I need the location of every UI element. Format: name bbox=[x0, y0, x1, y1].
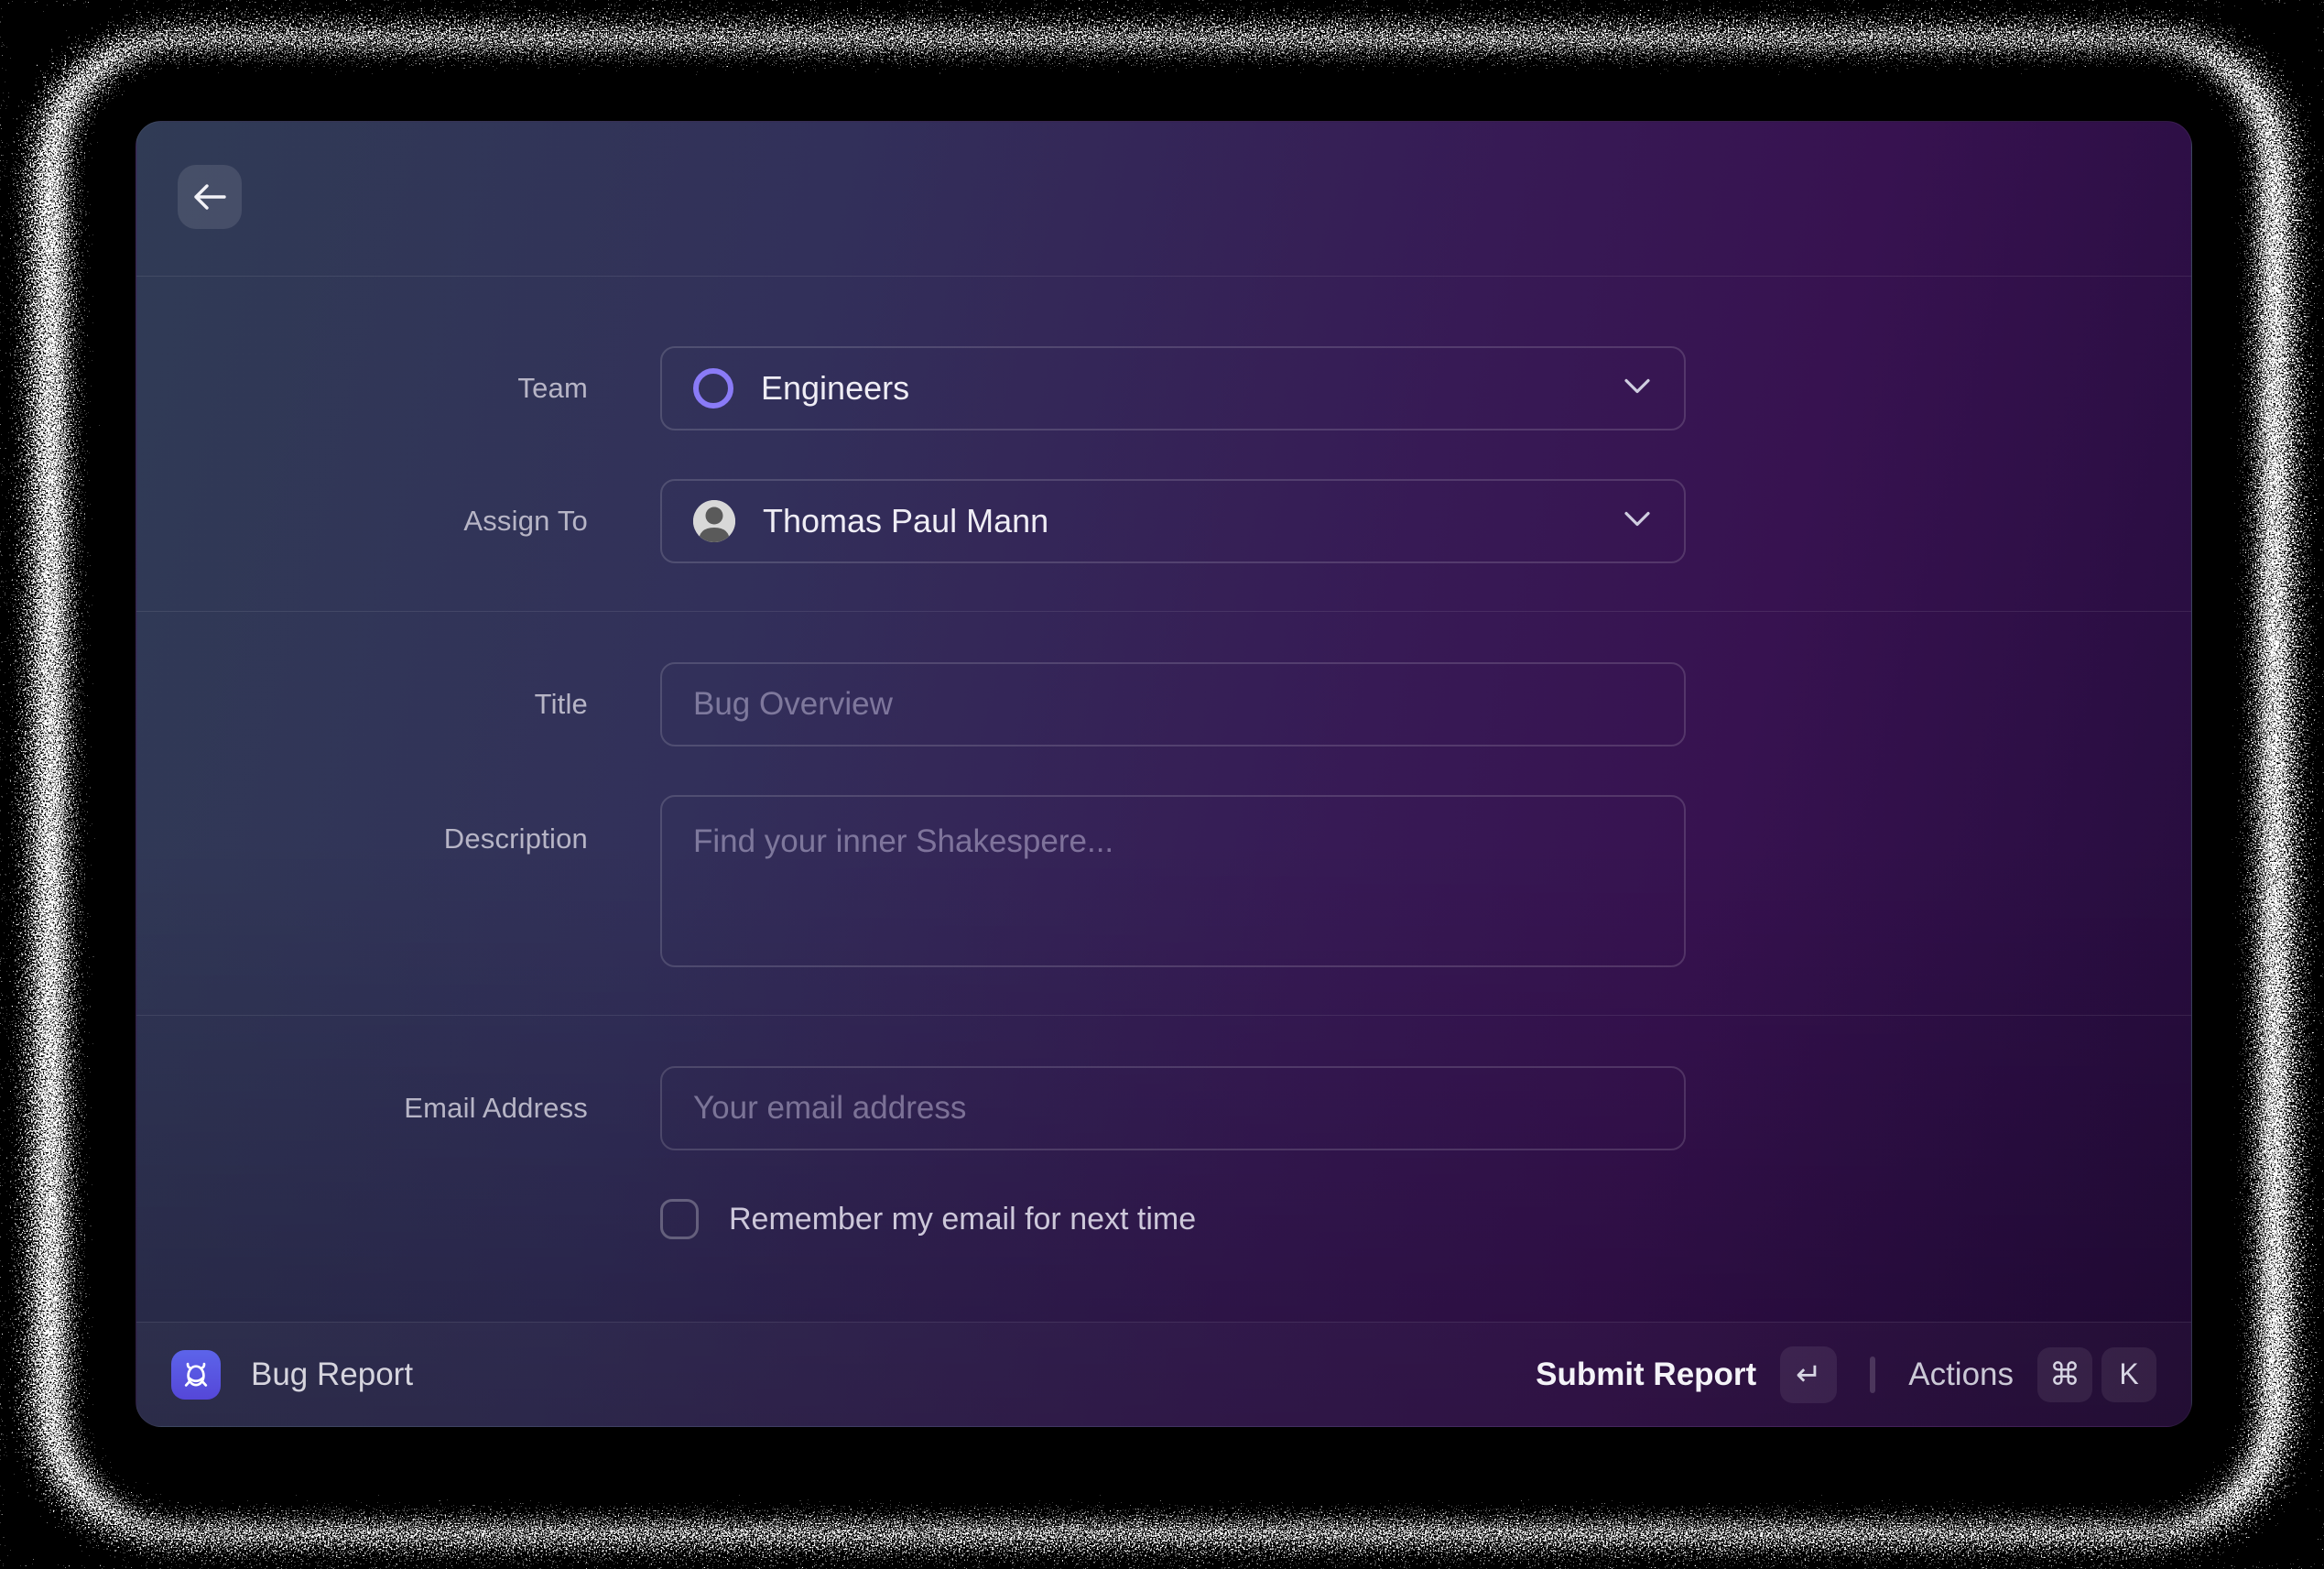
description-textarea[interactable] bbox=[660, 795, 1686, 967]
team-label: Team bbox=[136, 346, 588, 430]
assign-to-dropdown[interactable]: Thomas Paul Mann bbox=[660, 479, 1686, 563]
email-input[interactable] bbox=[660, 1066, 1686, 1150]
title-row: Title bbox=[136, 662, 2191, 746]
team-row: Team Engineers bbox=[136, 346, 2191, 430]
assign-to-row: Assign To Thomas Paul Mann bbox=[136, 479, 2191, 563]
description-row: Description bbox=[136, 795, 2191, 967]
team-value: Engineers bbox=[761, 369, 909, 408]
chevron-down-icon bbox=[1624, 511, 1651, 532]
team-dropdown[interactable]: Engineers bbox=[660, 346, 1686, 430]
submit-report-button[interactable]: Submit Report bbox=[1536, 1357, 1756, 1393]
cmd-key-icon: ⌘ bbox=[2037, 1347, 2092, 1402]
description-label: Description bbox=[136, 795, 588, 967]
bug-report-window: Team Engineers Assign To bbox=[136, 121, 2192, 1427]
section-email: Email Address Remember my email for next… bbox=[136, 1016, 2191, 1322]
remember-email-checkbox[interactable] bbox=[660, 1199, 699, 1239]
actions-button[interactable]: Actions bbox=[1908, 1357, 2014, 1393]
arrow-left-icon bbox=[192, 183, 227, 211]
back-button[interactable] bbox=[178, 165, 242, 229]
enter-key-icon: ↵ bbox=[1780, 1346, 1837, 1403]
footer-divider bbox=[1870, 1357, 1875, 1393]
remember-email-row: Remember my email for next time bbox=[660, 1199, 2191, 1239]
command-name: Bug Report bbox=[251, 1357, 413, 1393]
assign-to-label: Assign To bbox=[136, 479, 588, 563]
team-circle-icon bbox=[693, 368, 733, 409]
title-input[interactable] bbox=[660, 662, 1686, 746]
form-content: Team Engineers Assign To bbox=[136, 277, 2191, 1322]
remember-email-label: Remember my email for next time bbox=[729, 1202, 1196, 1237]
email-row: Email Address bbox=[136, 1066, 2191, 1150]
window-header bbox=[136, 122, 2191, 277]
window-footer: Bug Report Submit Report ↵ Actions ⌘ K bbox=[136, 1322, 2191, 1426]
assignee-name: Thomas Paul Mann bbox=[763, 502, 1048, 540]
email-label: Email Address bbox=[136, 1066, 588, 1150]
title-label: Title bbox=[136, 662, 588, 746]
section-assignment: Team Engineers Assign To bbox=[136, 277, 2191, 612]
assignee-avatar bbox=[693, 500, 735, 542]
chevron-down-icon bbox=[1624, 378, 1651, 399]
section-details: Title Description bbox=[136, 612, 2191, 1016]
bug-icon bbox=[171, 1350, 221, 1400]
k-key-icon: K bbox=[2101, 1347, 2156, 1402]
